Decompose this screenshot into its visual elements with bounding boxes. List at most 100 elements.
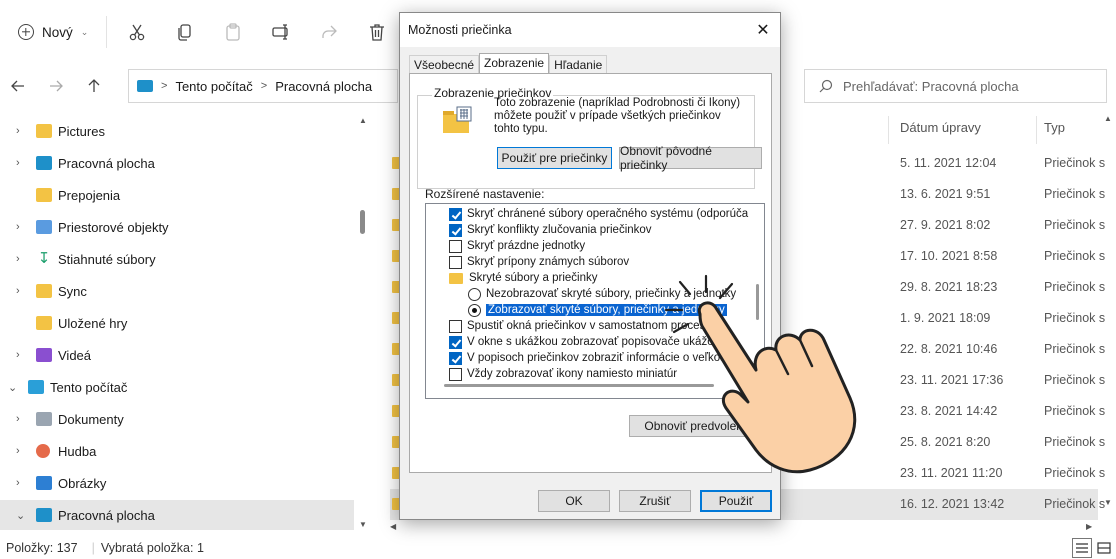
chevron-down-icon[interactable]: ⌄ xyxy=(16,509,25,522)
cancel-button[interactable]: Zrušiť xyxy=(619,490,691,512)
pointing-hand-icon xyxy=(664,274,857,474)
up-button[interactable] xyxy=(80,72,108,100)
chevron-right-icon[interactable]: › xyxy=(16,349,20,361)
checkbox[interactable] xyxy=(449,367,462,381)
row-type: Priečinok s xyxy=(1044,342,1106,356)
sidebar-item-3d-objects[interactable]: › Priestorové objekty xyxy=(0,212,354,242)
sidebar-item-music[interactable]: › Hudba xyxy=(0,436,354,466)
arrow-up-icon xyxy=(88,79,100,92)
desktop-icon xyxy=(36,508,52,522)
sidebar-item-documents[interactable]: › Dokumenty xyxy=(0,404,354,434)
radio-button-selected[interactable] xyxy=(468,303,481,317)
details-view-button[interactable] xyxy=(1072,538,1092,558)
chevron-right-icon[interactable]: › xyxy=(16,413,20,425)
scroll-up-icon[interactable]: ▲ xyxy=(359,116,367,125)
sidebar-item-label: Pracovná plocha xyxy=(58,507,155,523)
row-type: Priečinok s xyxy=(1044,156,1106,170)
tab-general[interactable]: Všeobecné xyxy=(409,55,480,74)
forward-button[interactable] xyxy=(42,72,70,100)
breadcrumb-desktop[interactable]: Pracovná plocha xyxy=(275,79,372,94)
row-date: 16. 12. 2021 13:42 xyxy=(900,497,1005,511)
row-type: Priečinok s xyxy=(1044,404,1106,418)
sidebar-item-downloads[interactable]: › ↧ Stiahnuté súbory xyxy=(0,244,354,274)
sidebar-item-links[interactable]: Prepojenia xyxy=(0,180,354,210)
sidebar-item-desktop-selected[interactable]: ⌄ Pracovná plocha xyxy=(0,500,354,530)
sidebar-item-this-pc[interactable]: ⌄ Tento počítač xyxy=(0,372,354,402)
sidebar-item-label: Tento počítač xyxy=(50,379,128,395)
checkbox-checked[interactable] xyxy=(449,207,462,221)
music-icon xyxy=(36,444,50,458)
search-input[interactable]: Prehľadávať: Pracovná plocha xyxy=(804,69,1107,103)
row-date: 23. 11. 2021 11:20 xyxy=(900,466,1003,480)
chevron-right-icon[interactable]: › xyxy=(16,445,20,457)
scroll-down-icon[interactable]: ▼ xyxy=(359,520,367,529)
scissors-icon xyxy=(130,24,145,41)
tab-view[interactable]: Zobrazenie xyxy=(479,53,550,74)
reset-folders-button[interactable]: Obnoviť pôvodné priečinky xyxy=(619,144,762,172)
scroll-up-icon[interactable]: ▲ xyxy=(1104,114,1112,123)
checkbox[interactable] xyxy=(449,255,462,269)
chevron-right-icon[interactable]: › xyxy=(16,125,20,137)
chevron-right-icon[interactable]: › xyxy=(16,221,20,233)
rename-button[interactable] xyxy=(263,14,299,50)
column-header-date[interactable]: Dátum úpravy xyxy=(900,120,981,135)
column-divider[interactable] xyxy=(888,116,889,144)
apply-button[interactable]: Použiť xyxy=(700,490,772,512)
sidebar-item-pictures-lib[interactable]: › Obrázky xyxy=(0,468,354,498)
apply-to-folders-button[interactable]: Použiť pre priečinky xyxy=(497,147,612,169)
sidebar-item-desktop[interactable]: › Pracovná plocha xyxy=(0,148,354,178)
chevron-right-icon[interactable]: › xyxy=(16,253,20,265)
sidebar-scroll-thumb[interactable] xyxy=(360,210,365,234)
row-type: Priečinok s xyxy=(1044,373,1106,387)
setting-always-icons[interactable]: Vždy zobrazovať ikony namiesto miniatúr xyxy=(449,366,677,382)
sidebar-item-saved-games[interactable]: Uložené hry xyxy=(0,308,354,338)
column-divider[interactable] xyxy=(1036,116,1037,144)
setting-hide-merge-conflicts[interactable]: Skryť konflikty zlučovania priečinkov xyxy=(449,222,652,238)
delete-button[interactable] xyxy=(359,14,395,50)
row-date: 5. 11. 2021 12:04 xyxy=(900,156,997,170)
back-button[interactable] xyxy=(4,72,32,100)
radio-button[interactable] xyxy=(468,287,481,301)
search-icon xyxy=(819,79,833,93)
ok-button[interactable]: OK xyxy=(538,490,610,512)
sidebar-item-label: Priestorové objekty xyxy=(58,219,169,235)
sidebar-item-sync[interactable]: › Sync xyxy=(0,276,354,306)
setting-hidden-files-group: Skryté súbory a priečinky xyxy=(449,270,597,286)
sidebar-item-pictures[interactable]: › Pictures xyxy=(0,116,354,146)
checkbox-checked[interactable] xyxy=(449,223,462,237)
sidebar-item-videos[interactable]: › Videá xyxy=(0,340,354,370)
sidebar-scrollbar[interactable]: ▲ ▼ xyxy=(356,112,370,532)
checkbox[interactable] xyxy=(449,239,462,253)
checkbox-checked[interactable] xyxy=(449,335,462,349)
file-list-scrollbar[interactable]: ▲ ▼ xyxy=(1100,112,1116,522)
share-button[interactable] xyxy=(311,14,347,50)
scroll-down-icon[interactable]: ▼ xyxy=(1104,498,1112,507)
tiles-view-button[interactable] xyxy=(1094,538,1114,558)
new-button[interactable]: Nový ⌄ xyxy=(12,14,94,50)
row-date: 22. 8. 2021 10:46 xyxy=(900,342,998,356)
file-list-hscrollbar[interactable]: ◀ ▶ xyxy=(390,522,1100,532)
breadcrumb-this-pc[interactable]: Tento počítač xyxy=(175,79,252,94)
chevron-right-icon[interactable]: › xyxy=(16,157,20,169)
copy-button[interactable] xyxy=(167,14,203,50)
address-bar[interactable]: > Tento počítač > Pracovná plocha xyxy=(128,69,398,103)
scroll-right-icon[interactable]: ▶ xyxy=(1086,522,1092,531)
paste-button[interactable] xyxy=(215,14,251,50)
row-type: Priečinok s xyxy=(1044,497,1106,511)
chevron-right-icon[interactable]: › xyxy=(16,477,20,489)
chevron-down-icon[interactable]: ⌄ xyxy=(8,381,17,394)
close-button[interactable]: ✕ xyxy=(752,19,774,41)
dialog-titlebar[interactable]: Možnosti priečinka ✕ xyxy=(400,13,780,47)
column-header-type[interactable]: Typ xyxy=(1044,120,1065,135)
chevron-right-icon[interactable]: › xyxy=(16,285,20,297)
row-type: Priečinok s xyxy=(1044,280,1106,294)
cut-button[interactable] xyxy=(119,14,155,50)
scroll-left-icon[interactable]: ◀ xyxy=(390,522,396,531)
checkbox[interactable] xyxy=(449,319,462,333)
setting-hide-empty-drives[interactable]: Skryť prázdne jednotky xyxy=(449,238,585,254)
checkbox-checked[interactable] xyxy=(449,351,462,365)
setting-hide-extensions[interactable]: Skryť prípony známych súborov xyxy=(449,254,629,270)
copy-icon xyxy=(178,24,191,41)
tab-search[interactable]: Hľadanie xyxy=(549,55,608,74)
setting-hide-protected-files[interactable]: Skryť chránené súbory operačného systému… xyxy=(449,206,764,222)
